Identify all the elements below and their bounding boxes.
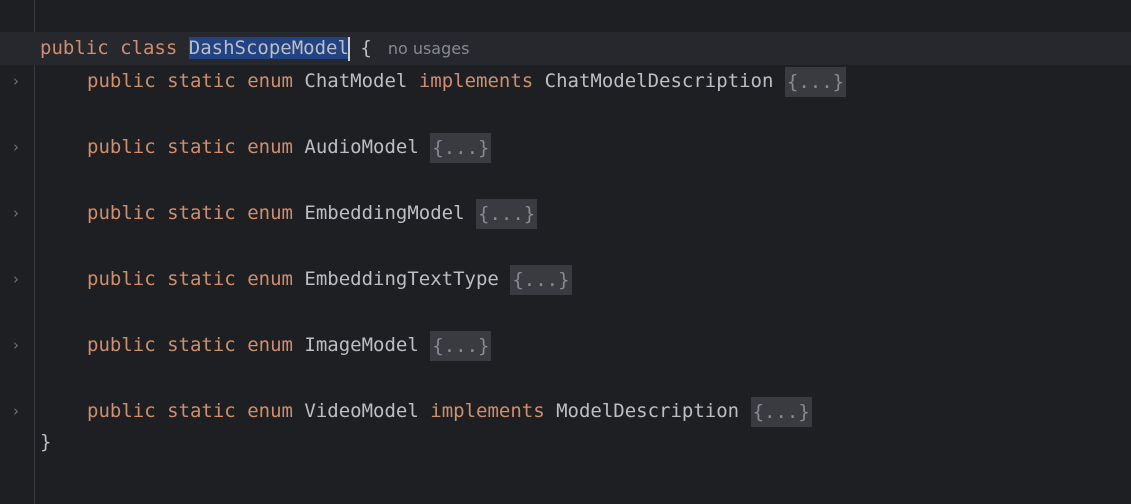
code-line-closing[interactable]: }: [0, 426, 1131, 459]
keyword-static: static: [167, 268, 236, 290]
keyword-public: public: [87, 268, 156, 290]
keyword-public: public: [87, 400, 156, 422]
enum-name: VideoModel: [304, 400, 419, 422]
keyword-enum: enum: [247, 70, 293, 92]
code-line-enum[interactable]: › public static enum VideoModel implemen…: [0, 395, 1131, 428]
chevron-right-icon[interactable]: ›: [9, 131, 23, 164]
folded-region[interactable]: {...}: [784, 66, 847, 97]
keyword-static: static: [167, 202, 236, 224]
code-line-class-declaration[interactable]: public class DashScopeModel { no usages: [0, 32, 1131, 65]
keyword-static: static: [167, 334, 236, 356]
folded-region[interactable]: {...}: [476, 198, 538, 229]
keyword-class: class: [120, 37, 178, 59]
keyword-public: public: [87, 202, 156, 224]
class-name-selected[interactable]: DashScopeModel: [188, 37, 349, 59]
chevron-right-icon[interactable]: ›: [9, 395, 23, 428]
enum-name: EmbeddingModel: [304, 202, 465, 224]
folded-region[interactable]: {...}: [750, 396, 812, 427]
code-editor[interactable]: public class DashScopeModel { no usages ›…: [0, 0, 1131, 504]
chevron-right-icon[interactable]: ›: [9, 263, 23, 296]
code-line-enum[interactable]: › public static enum ImageModel {...}: [0, 329, 1131, 362]
keyword-enum: enum: [247, 268, 293, 290]
folded-region[interactable]: {...}: [510, 264, 572, 295]
enum-name: ImageModel: [304, 334, 419, 356]
keyword-enum: enum: [247, 400, 293, 422]
code-line-enum[interactable]: › public static enum EmbeddingTextType {…: [0, 263, 1131, 296]
enum-name: AudioModel: [304, 136, 419, 158]
keyword-implements: implements: [418, 70, 534, 92]
folded-region[interactable]: {...}: [430, 330, 492, 361]
usage-hint-link[interactable]: no usages: [388, 39, 470, 58]
keyword-static: static: [167, 136, 236, 158]
interface-name: ModelDescription: [556, 400, 740, 422]
keyword-public: public: [87, 136, 156, 158]
keyword-static: static: [167, 70, 236, 92]
keyword-enum: enum: [247, 334, 293, 356]
code-line-enum[interactable]: › public static enum EmbeddingModel {...…: [0, 197, 1131, 230]
chevron-right-icon[interactable]: ›: [9, 65, 23, 98]
interface-name: ChatModelDescription: [544, 70, 774, 92]
class-declaration[interactable]: public class DashScopeModel { no usages: [40, 32, 469, 65]
code-line-enum[interactable]: › public static enum AudioModel {...}: [0, 131, 1131, 164]
keyword-public: public: [87, 334, 156, 356]
keyword-enum: enum: [247, 136, 293, 158]
enum-name: ChatModel: [304, 70, 408, 92]
keyword-static: static: [167, 400, 236, 422]
keyword-public: public: [87, 70, 156, 92]
keyword-public: public: [40, 37, 109, 59]
close-brace: }: [40, 431, 52, 453]
text-caret: [347, 36, 350, 61]
open-brace: {: [360, 37, 372, 59]
enum-name: EmbeddingTextType: [304, 268, 499, 290]
chevron-right-icon[interactable]: ›: [9, 197, 23, 230]
keyword-implements: implements: [430, 400, 545, 422]
chevron-right-icon[interactable]: ›: [9, 329, 23, 362]
keyword-enum: enum: [247, 202, 293, 224]
code-line-enum[interactable]: › public static enum ChatModel implement…: [0, 65, 1131, 98]
folded-region[interactable]: {...}: [430, 132, 492, 163]
